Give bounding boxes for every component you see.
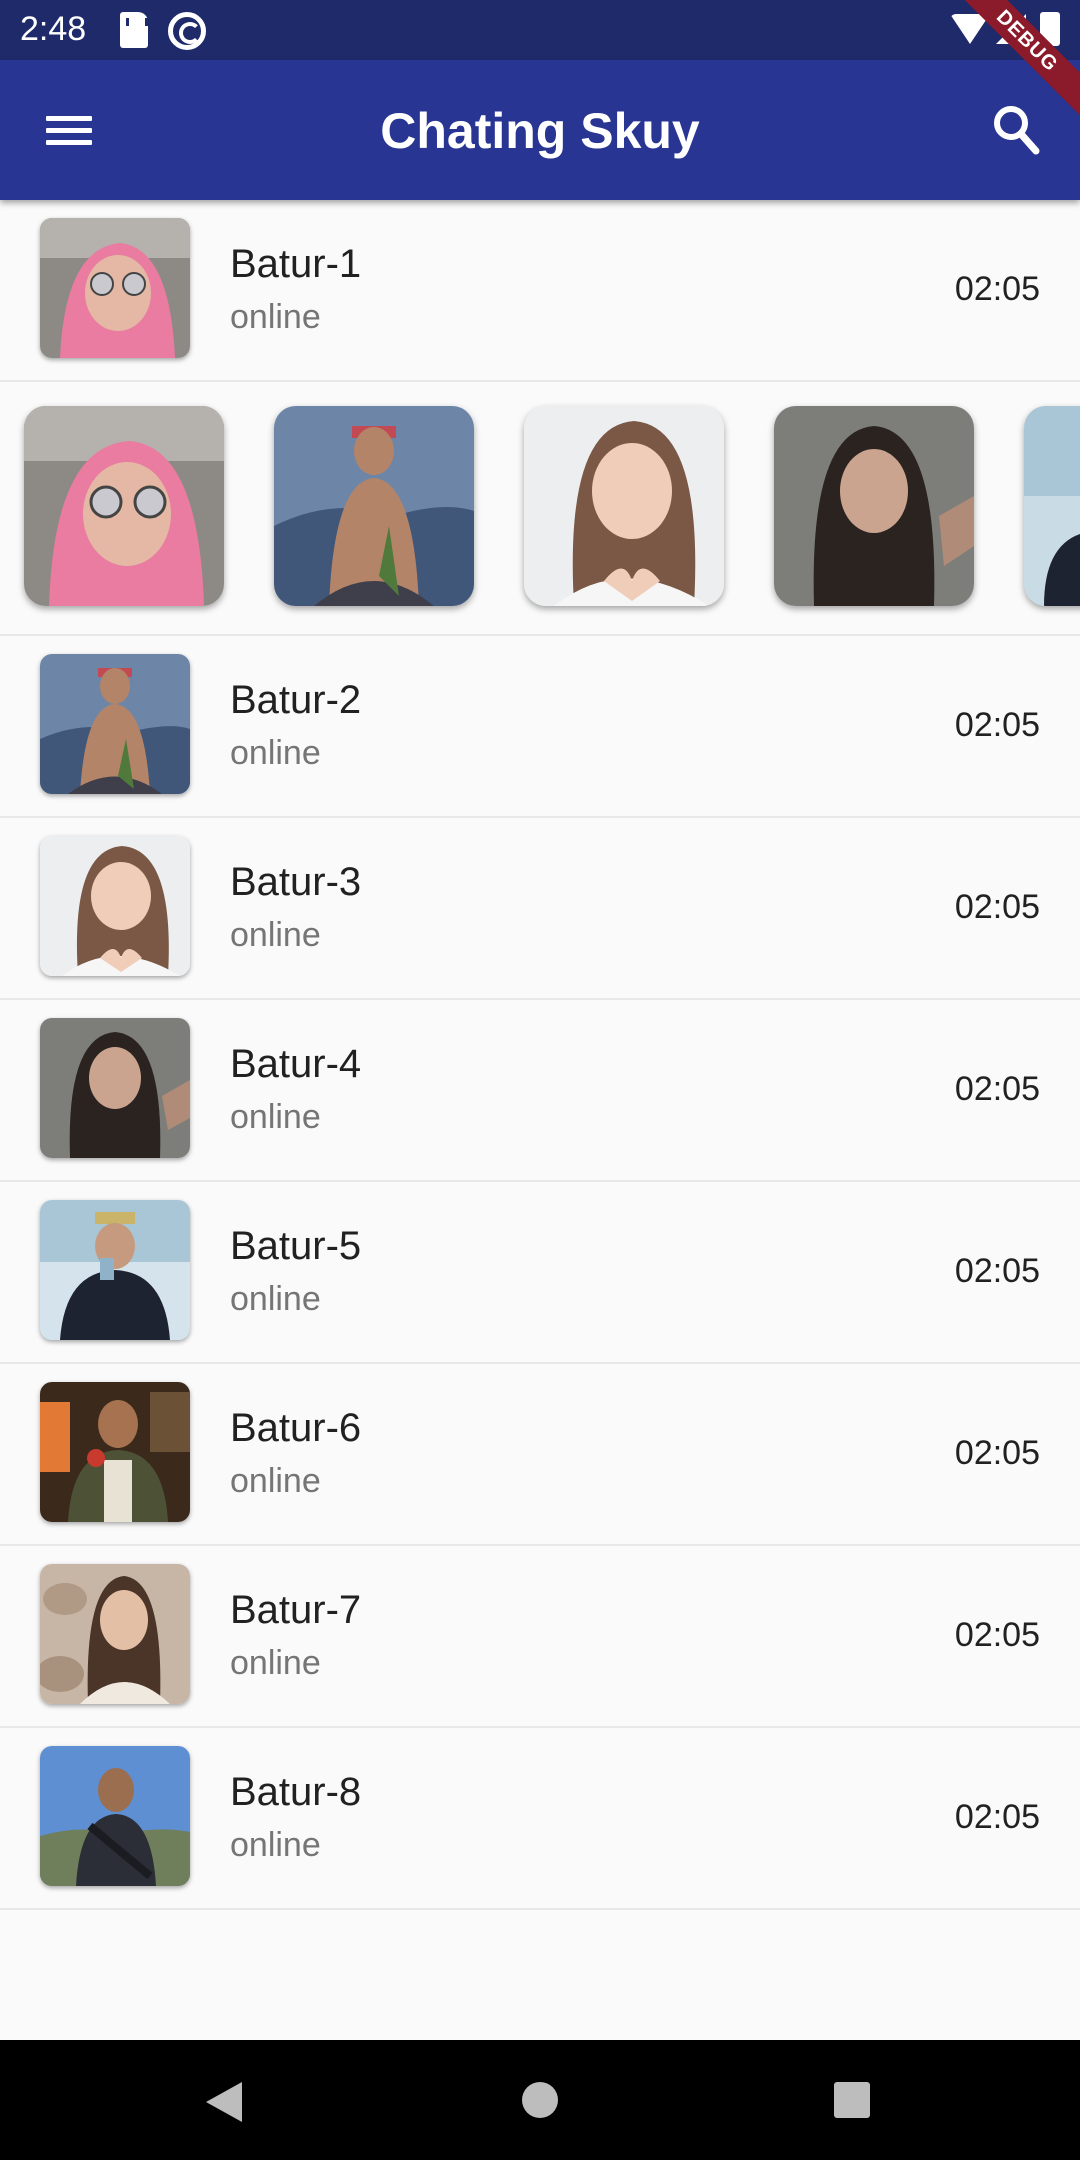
chat-item-batur-4[interactable]: Batur-4 online 02:05 xyxy=(0,1000,1080,1182)
chat-item-batur-1[interactable]: Batur-1 online 02:05 xyxy=(0,200,1080,382)
chat-status: online xyxy=(230,1644,321,1682)
avatar xyxy=(40,218,190,358)
sd-card-icon xyxy=(120,12,148,48)
chat-status: online xyxy=(230,1098,321,1136)
chat-time: 02:05 xyxy=(954,1434,1040,1472)
chat-item-batur-6[interactable]: Batur-6 online 02:05 xyxy=(0,1364,1080,1546)
sync-icon xyxy=(168,12,206,50)
chat-name: Batur-7 xyxy=(230,1588,362,1632)
chat-status: online xyxy=(230,1462,321,1500)
search-icon[interactable] xyxy=(992,104,1040,156)
app-bar: Chating Skuy xyxy=(0,60,1080,200)
avatar xyxy=(40,654,190,794)
system-nav-bar xyxy=(0,2040,1080,2160)
story-item[interactable] xyxy=(1024,406,1080,606)
chat-item-batur-2[interactable]: Batur-2 online 02:05 xyxy=(0,636,1080,818)
chat-status: online xyxy=(230,1826,321,1864)
avatar xyxy=(40,1200,190,1340)
chat-name: Batur-4 xyxy=(230,1042,362,1086)
stories-carousel[interactable] xyxy=(0,382,1080,636)
avatar xyxy=(40,836,190,976)
avatar xyxy=(40,1746,190,1886)
chat-status: online xyxy=(230,916,321,954)
chat-time: 02:05 xyxy=(954,1798,1040,1836)
chat-name: Batur-6 xyxy=(230,1406,362,1450)
chat-name: Batur-2 xyxy=(230,678,362,722)
chat-time: 02:05 xyxy=(954,1070,1040,1108)
chat-status: online xyxy=(230,734,321,772)
story-item[interactable] xyxy=(524,406,724,606)
story-item[interactable] xyxy=(24,406,224,606)
story-item[interactable] xyxy=(774,406,974,606)
chat-item-batur-7[interactable]: Batur-7 online 02:05 xyxy=(0,1546,1080,1728)
back-icon[interactable] xyxy=(206,2082,242,2122)
chat-time: 02:05 xyxy=(954,888,1040,926)
recent-apps-icon[interactable] xyxy=(834,2082,870,2118)
chat-name: Batur-3 xyxy=(230,860,362,904)
avatar xyxy=(40,1018,190,1158)
chat-item-batur-5[interactable]: Batur-5 online 02:05 xyxy=(0,1182,1080,1364)
avatar xyxy=(40,1564,190,1704)
status-time: 2:48 xyxy=(20,10,87,48)
chat-time: 02:05 xyxy=(954,270,1040,308)
chat-name: Batur-8 xyxy=(230,1770,362,1814)
chat-status: online xyxy=(230,1280,321,1318)
chat-name: Batur-1 xyxy=(230,242,362,286)
chat-time: 02:05 xyxy=(954,1252,1040,1290)
avatar xyxy=(40,1382,190,1522)
status-bar: 2:48 xyxy=(0,0,1080,60)
chat-time: 02:05 xyxy=(954,706,1040,744)
chat-list: Batur-1 online 02:05 Batur-2 online 02:0… xyxy=(0,200,1080,1910)
home-icon[interactable] xyxy=(522,2082,558,2118)
chat-status: online xyxy=(230,298,321,336)
chat-name: Batur-5 xyxy=(230,1224,362,1268)
chat-item-batur-3[interactable]: Batur-3 online 02:05 xyxy=(0,818,1080,1000)
chat-item-batur-8[interactable]: Batur-8 online 02:05 xyxy=(0,1728,1080,1910)
story-item[interactable] xyxy=(274,406,474,606)
app-title: Chating Skuy xyxy=(380,103,700,159)
chat-time: 02:05 xyxy=(954,1616,1040,1654)
